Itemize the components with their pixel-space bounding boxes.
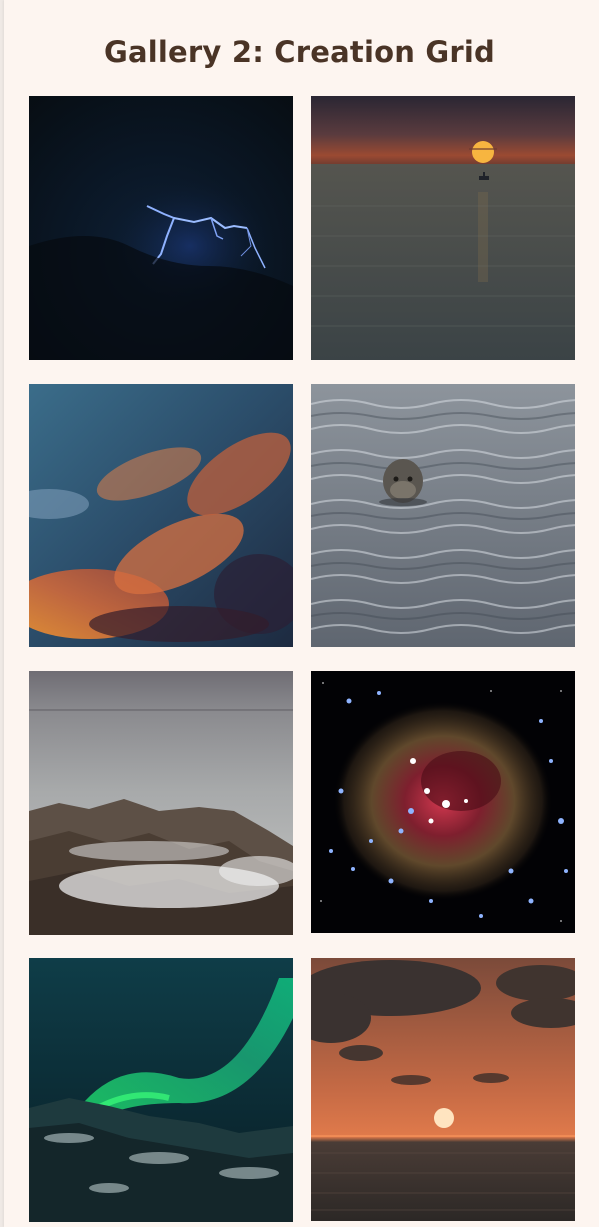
gallery-image-nebula[interactable] xyxy=(311,671,575,933)
gallery-title: Gallery 2: Creation Grid xyxy=(104,35,495,69)
gallery-image-aurora[interactable] xyxy=(29,958,293,1222)
gallery-image-misty-coast[interactable] xyxy=(29,671,293,935)
gallery-image-lightning[interactable] xyxy=(29,96,293,360)
gallery-image-seal[interactable] xyxy=(311,384,575,647)
gallery-image-sunset-clouds[interactable] xyxy=(29,384,293,647)
gallery-image-sunset-boat[interactable] xyxy=(311,96,575,360)
gallery-image-sunset-sea[interactable] xyxy=(311,958,575,1221)
